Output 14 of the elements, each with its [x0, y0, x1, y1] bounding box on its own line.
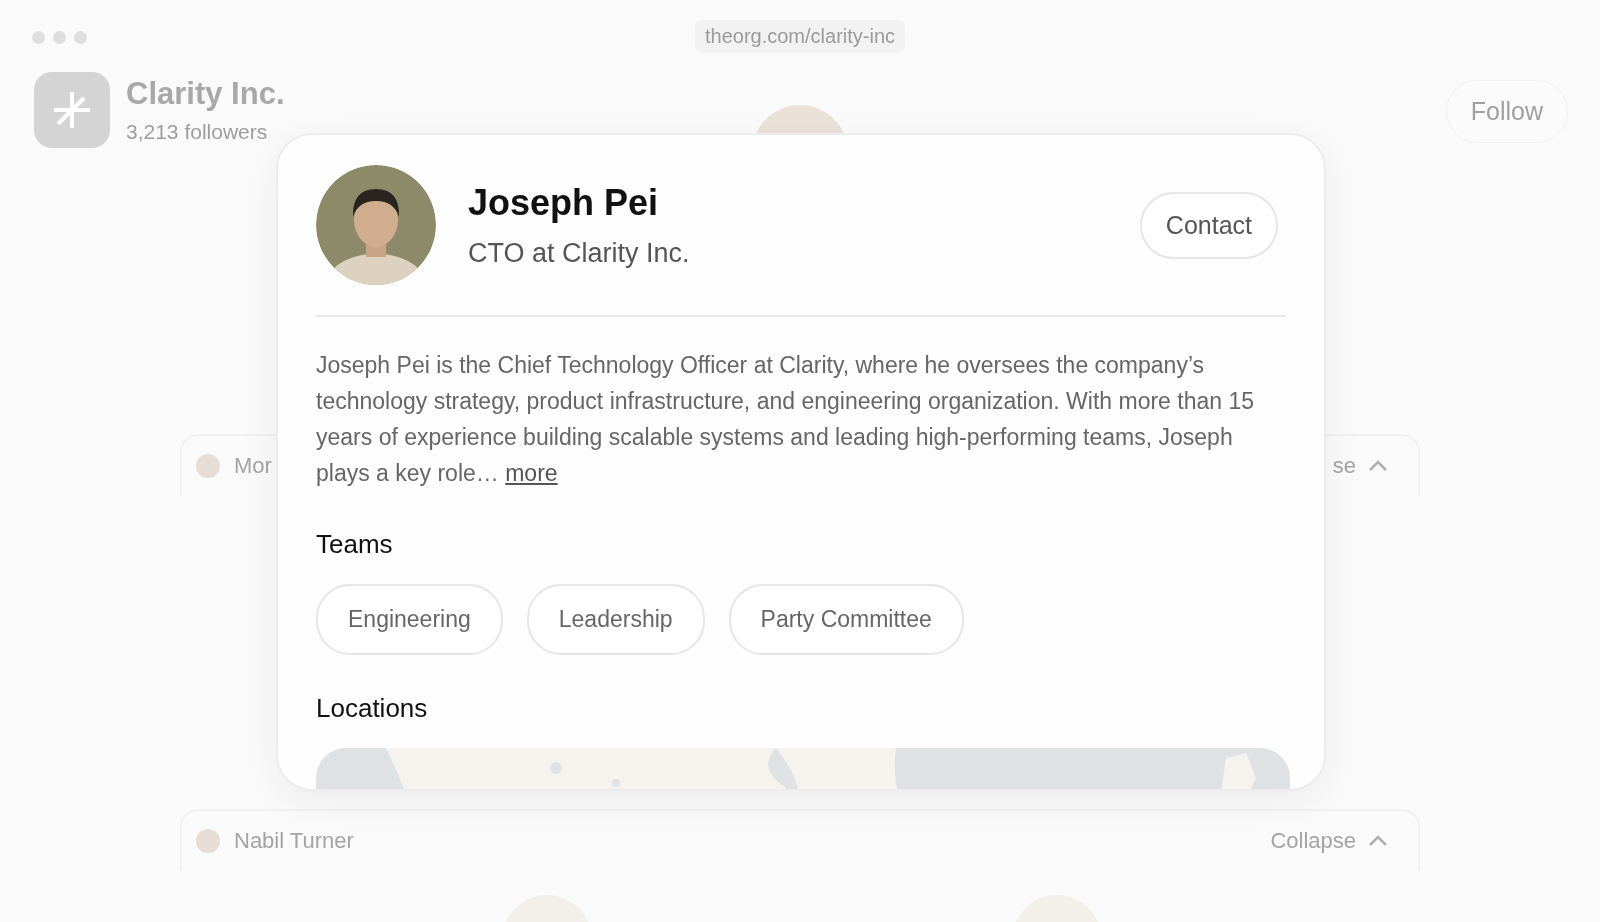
more-link[interactable]: more — [505, 460, 558, 486]
company-name: Clarity Inc. — [126, 76, 285, 112]
team-chip[interactable]: Party Committee — [728, 584, 964, 655]
section-heading: Teams — [316, 529, 394, 560]
manager-name: Nabil Turner — [234, 828, 354, 854]
manager-name: Mor — [234, 453, 272, 479]
job-title: CTO at Clarity Inc. — [468, 237, 690, 269]
contact-button[interactable]: Contact — [1139, 191, 1278, 259]
person-name: Joseph Pei — [468, 181, 660, 224]
bio-paragraph: Joseph Pei is the Chief Technology Officer at Clarity, where he oversees the company’s technology strategy, product infrastructure, and engineering organization. With more than 15 years of experience building scalable systems and leading high-performing teams, Joseph plays a key role… more — [316, 351, 1255, 488]
follower-count: 3,213 followers — [126, 120, 269, 144]
team-chip[interactable]: Leadership — [526, 584, 705, 655]
section-heading: Locations — [316, 693, 429, 724]
team-chip[interactable]: Engineering — [316, 584, 503, 655]
